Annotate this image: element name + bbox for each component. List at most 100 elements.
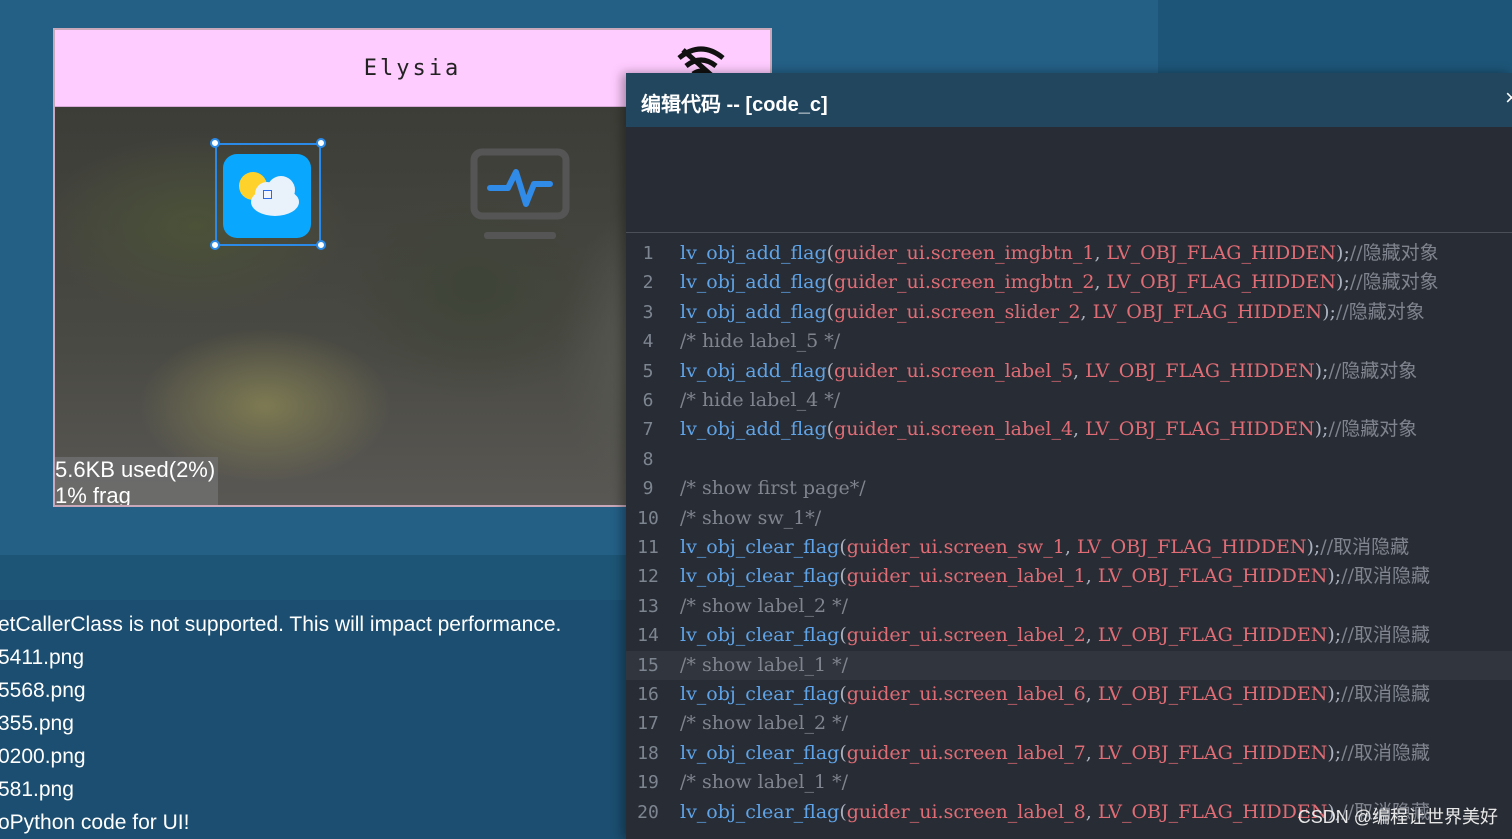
monitor-activity-icon[interactable]	[470, 148, 570, 244]
flag-constant: LV_OBJ_FLAG_HIDDEN	[1085, 418, 1315, 441]
code-line[interactable]: 1 lv_obj_add_flag(guider_ui.screen_imgbtn…	[626, 239, 1512, 268]
punctuation: (	[839, 741, 847, 764]
punctuation: ,	[1080, 300, 1093, 323]
code-line[interactable]: 19 /* show label_1 */	[626, 768, 1512, 797]
block-comment: /* hide label_5 */	[680, 330, 841, 353]
code-text: lv_obj_add_flag(guider_ui.screen_imgbtn_…	[680, 239, 1439, 268]
code-text: /* hide label_5 */	[680, 327, 840, 356]
code-text-area[interactable]: 1 lv_obj_add_flag(guider_ui.screen_imgbtn…	[626, 239, 1512, 839]
punctuation: ,	[1085, 624, 1098, 647]
code-line[interactable]: 14 lv_obj_clear_flag(guider_ui.screen_lab…	[626, 621, 1512, 650]
line-number: 12	[637, 566, 659, 588]
flag-constant: LV_OBJ_FLAG_HIDDEN	[1097, 683, 1328, 705]
code-text: lv_obj_clear_flag(guider_ui.screen_label…	[680, 621, 1430, 650]
code-line[interactable]: 4 /* hide label_5 */	[626, 327, 1512, 356]
resize-handle-bottom-left[interactable]	[210, 240, 220, 250]
code-line[interactable]: 16 lv_obj_clear_flag(guider_ui.screen_lab…	[626, 680, 1512, 709]
line-number: 9	[642, 478, 654, 500]
punctuation: (	[826, 242, 835, 264]
code-line[interactable]: 15 /* show label_1 */	[626, 650, 1512, 680]
code-text: /* show label_2 */	[680, 592, 848, 621]
inline-comment: //取消隐藏	[1341, 741, 1430, 764]
punctuation: ,	[1094, 242, 1107, 264]
code-text: /* hide label_4 */	[680, 386, 840, 415]
line-number: 6	[642, 390, 654, 411]
code-text: lv_obj_clear_flag(guider_ui.screen_label…	[680, 680, 1430, 709]
function-name: lv_obj_add_flag	[680, 300, 827, 323]
resize-handle-top-left[interactable]	[210, 138, 220, 148]
flag-constant: LV_OBJ_FLAG_HIDDEN	[1097, 624, 1328, 647]
code-text: lv_obj_add_flag(guider_ui.screen_slider_…	[680, 298, 1425, 327]
log-line: 5411.png	[0, 646, 85, 669]
punctuation: ,	[1085, 741, 1098, 764]
argument: guider_ui.screen_label_8	[846, 800, 1086, 823]
line-number: 16	[637, 684, 659, 705]
inline-comment: //隐藏对象	[1328, 359, 1418, 382]
line-number: 8	[642, 448, 654, 470]
punctuation: );	[1327, 624, 1342, 647]
log-line: etCallerClass is not supported. This wil…	[0, 613, 562, 636]
code-line[interactable]: 7 lv_obj_add_flag(guider_ui.screen_label_…	[626, 415, 1512, 444]
line-number: 4	[642, 331, 654, 353]
code-line[interactable]: 12 lv_obj_clear_flag(guider_ui.screen_lab…	[626, 562, 1512, 591]
code-line[interactable]: 11 lv_obj_clear_flag(guider_ui.screen_sw_…	[626, 533, 1512, 562]
punctuation: );	[1306, 536, 1321, 558]
punctuation: (	[826, 300, 835, 323]
block-comment: /* show label_2 */	[680, 712, 849, 735]
flag-constant: LV_OBJ_FLAG_HIDDEN	[1106, 271, 1337, 294]
flag-constant: LV_OBJ_FLAG_HIDDEN	[1106, 242, 1337, 264]
code-text: lv_obj_add_flag(guider_ui.screen_label_4…	[680, 415, 1417, 444]
code-text: /* show first page*/	[680, 474, 866, 503]
line-number: 20	[637, 801, 659, 823]
line-number: 14	[637, 625, 659, 647]
flag-constant: LV_OBJ_FLAG_HIDDEN	[1085, 359, 1315, 382]
inline-comment: //取消隐藏	[1320, 536, 1410, 558]
flag-constant: LV_OBJ_FLAG_HIDDEN	[1076, 536, 1307, 558]
argument: guider_ui.screen_sw_1	[846, 536, 1065, 558]
code-line[interactable]: 8	[626, 445, 1512, 474]
punctuation: (	[826, 359, 835, 382]
argument: guider_ui.screen_label_4	[834, 418, 1074, 441]
line-number: 7	[642, 419, 654, 441]
punctuation: );	[1314, 359, 1329, 382]
block-comment: /* hide label_4 */	[680, 389, 841, 411]
watermark: CSDN @编程让世界美好	[1297, 807, 1498, 827]
code-text: /* show label_1 */	[680, 768, 848, 797]
line-number: 11	[637, 537, 659, 558]
move-handle[interactable]	[263, 190, 272, 199]
argument: guider_ui.screen_imgbtn_1	[834, 242, 1095, 264]
line-number: 2	[642, 272, 654, 294]
code-line[interactable]: 3 lv_obj_add_flag(guider_ui.screen_slider…	[626, 298, 1512, 327]
log-line: 0200.png	[0, 745, 86, 768]
code-line[interactable]: 6 /* hide label_4 */	[626, 386, 1512, 415]
inline-comment: //隐藏对象	[1328, 418, 1418, 441]
punctuation: );	[1336, 242, 1350, 264]
code-line[interactable]: 5 lv_obj_add_flag(guider_ui.screen_label_…	[626, 357, 1512, 386]
punctuation: (	[839, 683, 847, 705]
line-number: 13	[637, 595, 659, 617]
code-text: lv_obj_clear_flag(guider_ui.screen_sw_1,…	[680, 533, 1409, 562]
inline-comment: //隐藏对象	[1335, 300, 1425, 323]
code-line[interactable]: 9 /* show first page*/	[626, 474, 1512, 503]
punctuation: ,	[1085, 565, 1098, 588]
code-line[interactable]: 18 lv_obj_clear_flag(guider_ui.screen_lab…	[626, 739, 1512, 768]
code-text: lv_obj_add_flag(guider_ui.screen_imgbtn_…	[680, 268, 1439, 297]
console-log: etCallerClass is not supported. This wil…	[0, 580, 640, 839]
resize-handle-top-right[interactable]	[316, 138, 326, 148]
resize-handle-bottom-right[interactable]	[316, 240, 326, 250]
code-line[interactable]: 10 /* show sw_1*/	[626, 504, 1512, 533]
code-text: lv_obj_add_flag(guider_ui.screen_label_5…	[680, 357, 1417, 386]
line-number: 1	[642, 243, 654, 264]
function-name: lv_obj_clear_flag	[680, 624, 840, 647]
flag-constant: LV_OBJ_FLAG_HIDDEN	[1092, 300, 1323, 323]
punctuation: );	[1327, 683, 1342, 705]
dialog-title-bar[interactable]: 编辑代码 -- [code_c] ×	[626, 73, 1512, 127]
code-editor-dialog[interactable]: 编辑代码 -- [code_c] × 1 lv_obj_add_flag(guid…	[626, 73, 1512, 839]
code-line[interactable]: 13 /* show label_2 */	[626, 592, 1512, 621]
inline-comment: //隐藏对象	[1349, 242, 1439, 264]
close-icon[interactable]: ×	[1505, 85, 1512, 111]
code-line[interactable]: 2 lv_obj_add_flag(guider_ui.screen_imgbtn…	[626, 268, 1512, 297]
code-line[interactable]: 17 /* show label_2 */	[626, 709, 1512, 738]
code-text: /* show label_2 */	[680, 709, 848, 738]
punctuation: (	[839, 565, 847, 588]
